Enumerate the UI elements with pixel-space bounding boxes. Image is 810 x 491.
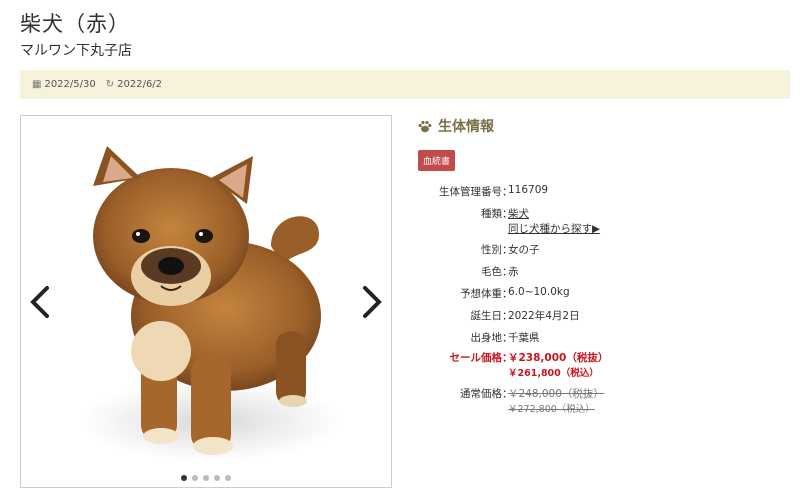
field-label: 生体管理番号 <box>439 186 502 198</box>
regular-price-label: 通常価格 <box>460 388 502 400</box>
field-row-color: 毛色： 赤 <box>418 264 798 279</box>
field-row-sex: 性別： 女の子 <box>418 242 798 257</box>
field-row-weight: 予想体重： 6.0~10.0kg <box>418 286 798 301</box>
field-row-id: 生体管理番号： 116709 <box>418 184 798 199</box>
puppy-image <box>21 116 391 487</box>
carousel-dot[interactable] <box>192 475 198 481</box>
field-label: 予想体重 <box>460 288 502 300</box>
calendar-icon: ▦ <box>32 79 42 90</box>
paw-icon <box>418 120 432 132</box>
carousel-dots <box>21 475 391 481</box>
updated-date: ↻ 2022/6/2 <box>106 79 162 90</box>
regular-price-incl: ￥272,800（税込） <box>508 404 595 415</box>
sale-price-incl: ￥261,800（税込） <box>508 368 599 379</box>
info-heading-text: 生体情報 <box>438 119 494 135</box>
breed-link[interactable]: 柴犬 <box>508 208 529 220</box>
page-title: 柴犬（赤） <box>20 12 130 36</box>
shop-name: マルワン下丸子店 <box>20 43 132 59</box>
info-heading: 生体情報 <box>418 116 798 136</box>
field-label: 誕生日 <box>470 310 503 322</box>
field-label: 出身地 <box>470 332 503 344</box>
carousel-dot[interactable] <box>225 475 231 481</box>
field-value: 2022年4月2日 <box>508 310 580 322</box>
updated-date-text: 2022/6/2 <box>117 79 163 90</box>
refresh-icon: ↻ <box>105 79 115 90</box>
field-row-birthday: 誕生日： 2022年4月2日 <box>418 308 798 323</box>
image-carousel[interactable] <box>20 115 392 488</box>
posted-date: ▦ 2022/5/30 <box>32 79 96 90</box>
pet-info-panel: 生体情報 血統書 生体管理番号： 116709 種類： 柴犬 同じ犬種から探す▶… <box>418 116 798 415</box>
field-label: 性別 <box>481 244 502 256</box>
next-arrow-icon[interactable] <box>359 284 385 320</box>
field-value: 女の子 <box>508 244 540 256</box>
field-label: 種類 <box>481 208 502 220</box>
sale-price-row: セール価格： ￥238,000（税抜） ￥261,800（税込） <box>418 350 798 379</box>
regular-price-excl: ￥248,000（税抜） <box>508 388 604 400</box>
sale-price-label: セール価格 <box>449 352 503 364</box>
carousel-dot[interactable] <box>181 475 187 481</box>
pedigree-badge: 血統書 <box>418 150 456 171</box>
date-bar: ▦ 2022/5/30 ↻ 2022/6/2 <box>20 70 790 99</box>
sale-price-excl: ￥238,000（税抜） <box>508 352 609 364</box>
field-value: 赤 <box>508 266 519 278</box>
field-value: 116709 <box>508 184 549 196</box>
prev-arrow-icon[interactable] <box>27 284 53 320</box>
field-value: 6.0~10.0kg <box>508 286 570 298</box>
carousel-dot[interactable] <box>203 475 209 481</box>
regular-price-row: 通常価格： ￥248,000（税抜） ￥272,800（税込） <box>418 386 798 415</box>
posted-date-text: 2022/5/30 <box>44 79 96 90</box>
field-label: 毛色 <box>481 266 502 278</box>
field-value: 千葉県 <box>508 332 540 344</box>
field-row-breed: 種類： 柴犬 同じ犬種から探す▶ <box>418 206 798 236</box>
same-breed-search-link[interactable]: 同じ犬種から探す▶ <box>508 223 600 235</box>
carousel-dot[interactable] <box>214 475 220 481</box>
field-row-origin: 出身地： 千葉県 <box>418 330 798 345</box>
